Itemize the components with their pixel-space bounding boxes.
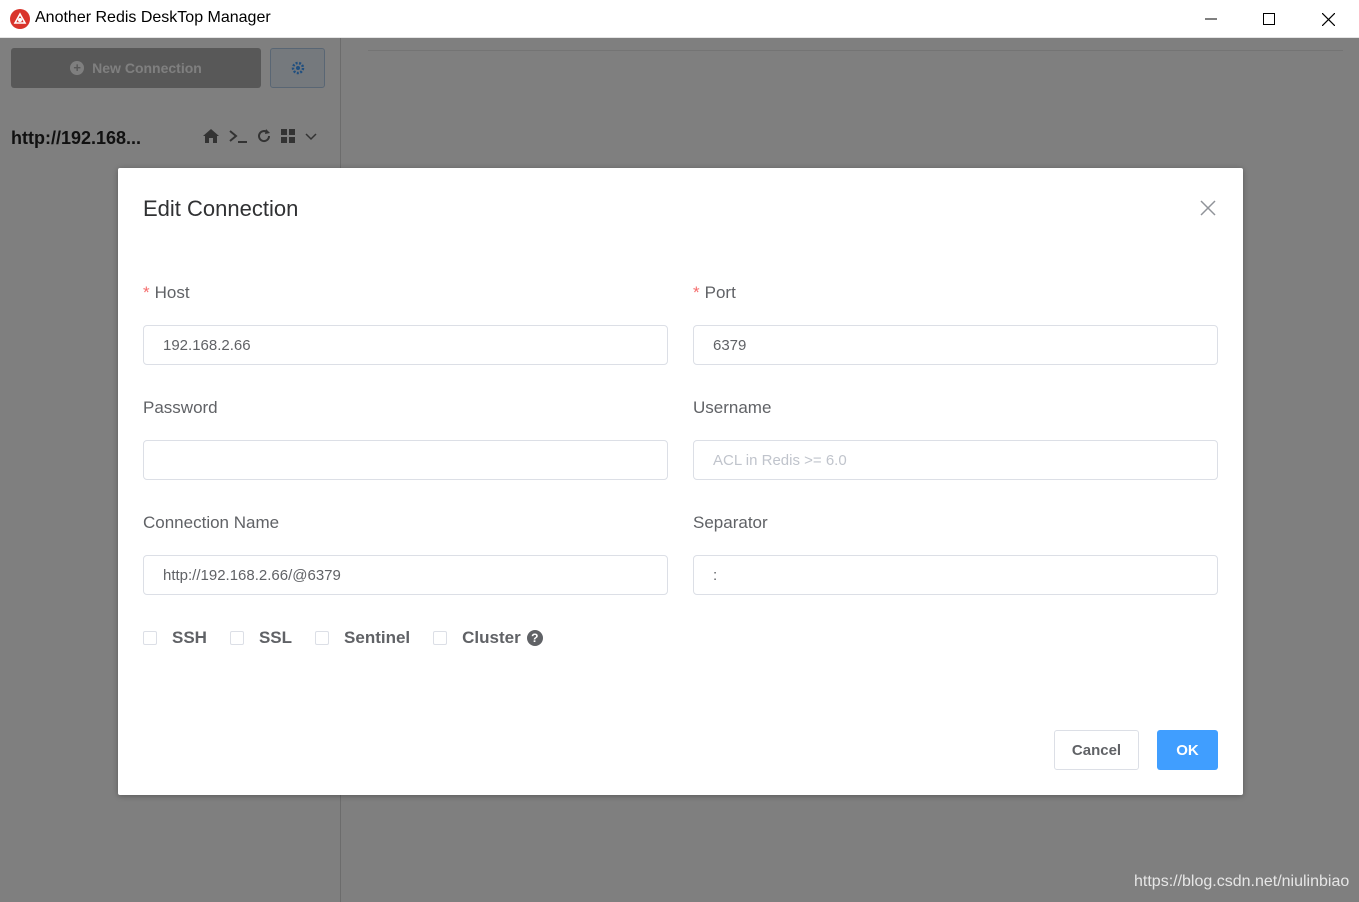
cancel-button[interactable]: Cancel — [1054, 730, 1139, 770]
host-input[interactable] — [143, 325, 668, 365]
connection-name-label: Connection Name — [143, 513, 280, 532]
checkbox-box[interactable] — [315, 631, 330, 645]
username-label: Username — [693, 398, 772, 417]
edit-connection-dialog: Edit Connection *Host *Port Password Use… — [118, 168, 1243, 795]
sentinel-label: Sentinel — [344, 628, 411, 647]
port-label: * Port — [693, 283, 736, 302]
host-label: * Host — [143, 283, 190, 302]
separator-input[interactable] — [693, 555, 1218, 595]
ssl-label: SSL — [258, 628, 293, 647]
minimize-button[interactable] — [1188, 0, 1234, 38]
password-input[interactable] — [143, 440, 668, 480]
close-window-button[interactable] — [1305, 0, 1351, 38]
connection-options: SSH SSL Sentinel Cluster ? — [143, 628, 566, 648]
app-logo-icon — [10, 9, 30, 29]
ssh-label: SSH — [172, 628, 207, 647]
password-label: Password — [143, 398, 218, 417]
cluster-checkbox[interactable]: Cluster ? — [433, 628, 543, 648]
ssl-checkbox[interactable]: SSL — [229, 628, 293, 648]
minimize-icon — [1205, 18, 1217, 20]
ok-button[interactable]: OK — [1157, 730, 1218, 770]
dialog-title: Edit Connection — [143, 196, 299, 221]
ssh-checkbox[interactable]: SSH — [143, 628, 207, 648]
close-icon[interactable] — [1198, 198, 1218, 218]
cluster-label: Cluster — [462, 628, 521, 647]
required-mark: * — [143, 283, 150, 302]
close-icon — [1321, 12, 1335, 26]
checkbox-box[interactable] — [433, 631, 448, 645]
title-bar: Another Redis DeskTop Manager — [0, 0, 1359, 38]
window-title: Another Redis DeskTop Manager — [35, 9, 271, 26]
checkbox-box[interactable] — [143, 631, 157, 645]
watermark: https://blog.csdn.net/niulinbiao — [1134, 873, 1350, 890]
maximize-button[interactable] — [1246, 0, 1292, 38]
question-circle-icon[interactable]: ? — [526, 630, 543, 646]
connection-name-input[interactable] — [143, 555, 668, 595]
sentinel-checkbox[interactable]: Sentinel — [315, 628, 410, 648]
username-input[interactable] — [693, 440, 1218, 480]
checkbox-box[interactable] — [229, 631, 244, 645]
port-input[interactable] — [693, 325, 1218, 365]
maximize-icon — [1263, 13, 1275, 25]
separator-label: Separator — [693, 513, 768, 532]
required-mark: * — [693, 283, 700, 302]
